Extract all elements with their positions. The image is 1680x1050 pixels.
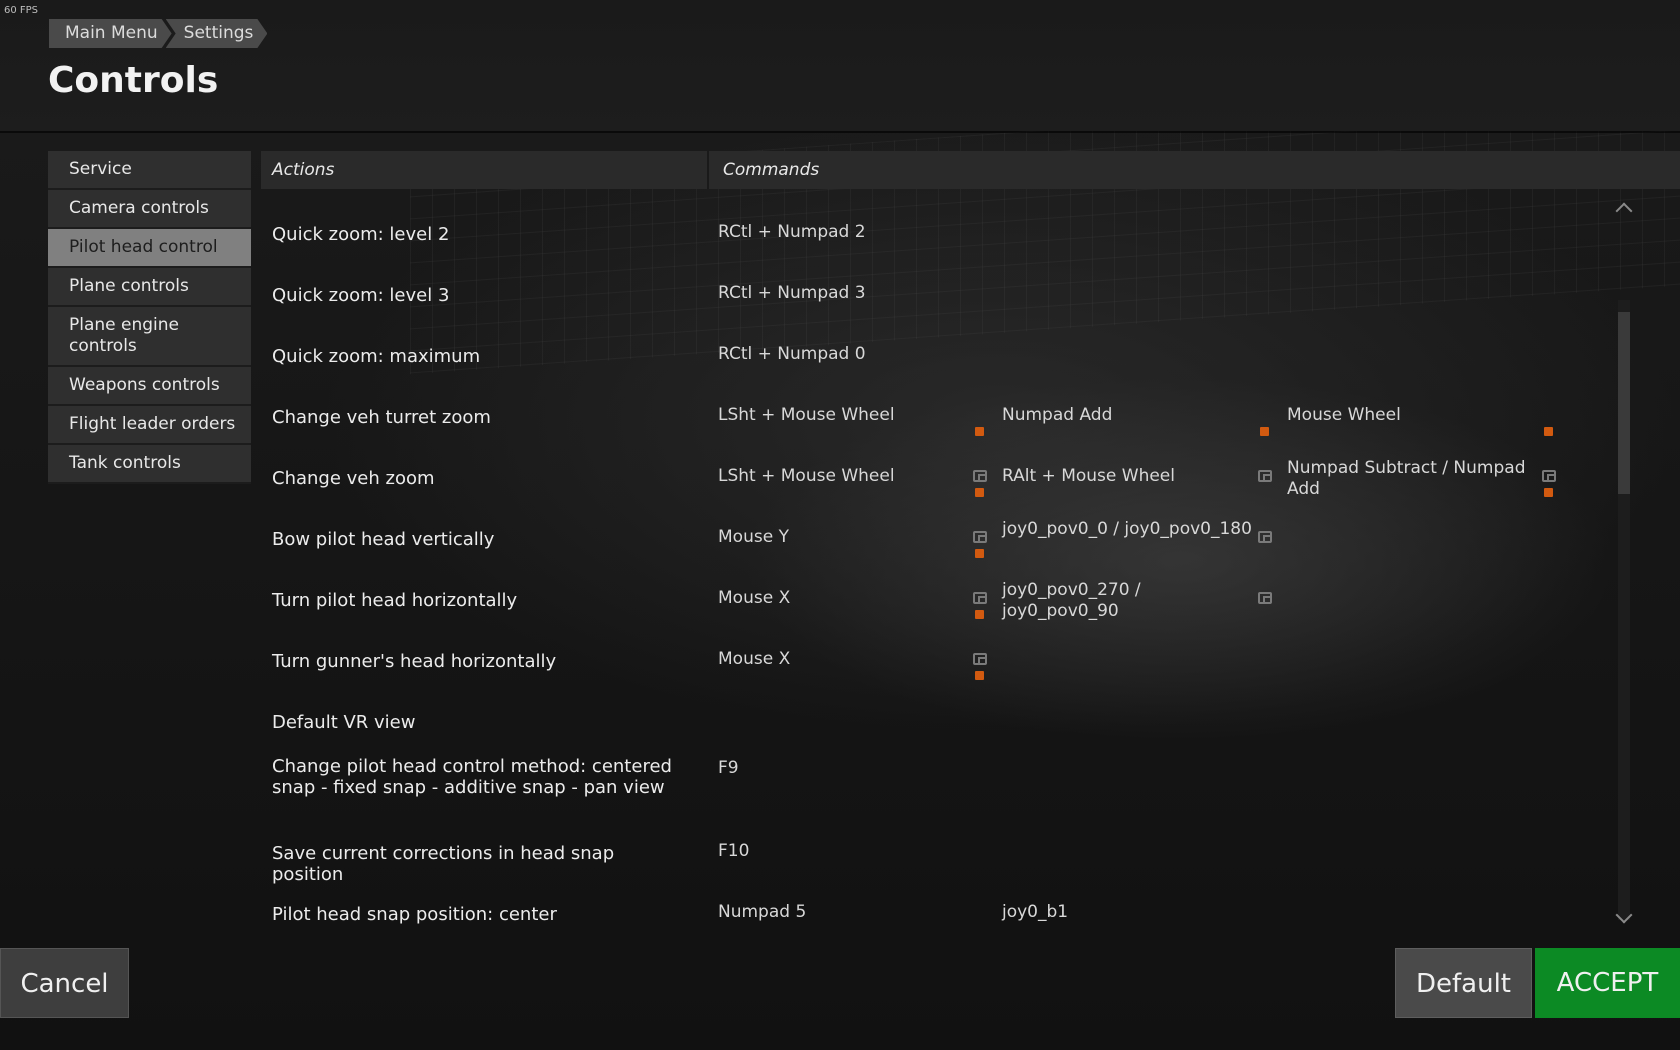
sidebar-item-camera-controls[interactable]: Camera controls <box>48 190 251 229</box>
command-slot-1[interactable]: LSht + Mouse Wheel <box>718 405 968 426</box>
action-label: Save current corrections in head snap po… <box>272 843 615 885</box>
action-label: Quick zoom: maximum <box>272 346 481 367</box>
bind-marker-icon[interactable] <box>975 610 984 619</box>
action-label: Quick zoom: level 3 <box>272 285 450 306</box>
command-slot-2[interactable]: Numpad Add <box>1002 405 1252 426</box>
command-slot-1[interactable]: F9 <box>718 758 968 779</box>
accept-button[interactable]: ACCEPT <box>1535 948 1680 1018</box>
sidebar-item-pilot-head-control[interactable]: Pilot head control <box>48 229 251 268</box>
page-title: Controls <box>48 60 219 101</box>
fps-counter: 60 FPS <box>4 5 39 16</box>
action-label: Pilot head snap position: center <box>272 904 557 925</box>
reset-binding-icon[interactable] <box>1258 531 1272 543</box>
reset-binding-icon[interactable] <box>973 531 987 543</box>
bind-marker-icon[interactable] <box>1260 427 1269 436</box>
command-slot-1[interactable]: RCtl + Numpad 2 <box>718 222 968 243</box>
action-label: Change pilot head control method: center… <box>272 756 672 798</box>
scrollbar-thumb[interactable] <box>1618 312 1630 494</box>
bindings-table-header: Actions Commands <box>261 151 1680 189</box>
header-divider <box>707 151 709 189</box>
bind-marker-icon[interactable] <box>975 549 984 558</box>
breadcrumb: Main Menu Settings <box>49 19 269 48</box>
reset-binding-icon[interactable] <box>973 470 987 482</box>
breadcrumb-main-menu[interactable]: Main Menu <box>49 19 172 48</box>
command-slot-2[interactable]: joy0_pov0_0 / joy0_pov0_180 <box>1002 519 1252 540</box>
command-slot-3[interactable]: Mouse Wheel <box>1287 405 1537 426</box>
reset-binding-icon[interactable] <box>973 592 987 604</box>
command-slot-1[interactable]: RCtl + Numpad 0 <box>718 344 968 365</box>
command-slot-2[interactable]: RAlt + Mouse Wheel <box>1002 466 1252 487</box>
default-button[interactable]: Default <box>1395 948 1532 1018</box>
commands-column-header: Commands <box>723 160 820 180</box>
sidebar-item-plane-engine-controls[interactable]: Plane engine controls <box>48 307 251 367</box>
sidebar-item-flight-leader-orders[interactable]: Flight leader orders <box>48 406 251 445</box>
command-slot-1[interactable]: Numpad 5 <box>718 902 968 923</box>
breadcrumb-settings[interactable]: Settings <box>166 19 268 48</box>
action-label: Default VR view <box>272 712 416 733</box>
category-sidebar: Service Camera controls Pilot head contr… <box>48 151 251 484</box>
command-slot-2[interactable]: joy0_pov0_270 / joy0_pov0_90 <box>1002 580 1252 622</box>
sidebar-item-tank-controls[interactable]: Tank controls <box>48 445 251 484</box>
reset-binding-icon[interactable] <box>1258 470 1272 482</box>
action-label: Quick zoom: level 2 <box>272 224 450 245</box>
bindings-list: Quick zoom: level 2 RCtl + Numpad 2 Quick … <box>261 192 1621 930</box>
command-slot-1[interactable]: RCtl + Numpad 3 <box>718 283 968 304</box>
command-slot-1[interactable]: Mouse Y <box>718 527 968 548</box>
action-label: Change veh zoom <box>272 468 435 489</box>
reset-binding-icon[interactable] <box>973 653 987 665</box>
sidebar-item-service[interactable]: Service <box>48 151 251 190</box>
bottom-bar: Cancel Default ACCEPT <box>0 948 1680 1018</box>
command-slot-3[interactable]: Numpad Subtract / Numpad Add <box>1287 458 1537 500</box>
actions-column-header: Actions <box>272 160 335 180</box>
bind-marker-icon[interactable] <box>1544 488 1553 497</box>
command-slot-1[interactable]: F10 <box>718 841 968 862</box>
bind-marker-icon[interactable] <box>1544 427 1553 436</box>
command-slot-1[interactable]: LSht + Mouse Wheel <box>718 466 968 487</box>
bind-marker-icon[interactable] <box>975 671 984 680</box>
reset-binding-icon[interactable] <box>1258 592 1272 604</box>
reset-binding-icon[interactable] <box>1542 470 1556 482</box>
action-label: Turn gunner's head horizontally <box>272 651 557 672</box>
sidebar-item-plane-controls[interactable]: Plane controls <box>48 268 251 307</box>
command-slot-1[interactable]: Mouse X <box>718 649 968 670</box>
action-label: Bow pilot head vertically <box>272 529 495 550</box>
action-label: Turn pilot head horizontally <box>272 590 518 611</box>
action-label: Change veh turret zoom <box>272 407 491 428</box>
bind-marker-icon[interactable] <box>975 488 984 497</box>
bind-marker-icon[interactable] <box>975 427 984 436</box>
command-slot-1[interactable]: Mouse X <box>718 588 968 609</box>
cancel-button[interactable]: Cancel <box>0 948 129 1018</box>
command-slot-2[interactable]: joy0_b1 <box>1002 902 1252 923</box>
top-bar: 60 FPS Main Menu Settings Controls <box>0 0 1680 131</box>
sidebar-item-weapons-controls[interactable]: Weapons controls <box>48 367 251 406</box>
